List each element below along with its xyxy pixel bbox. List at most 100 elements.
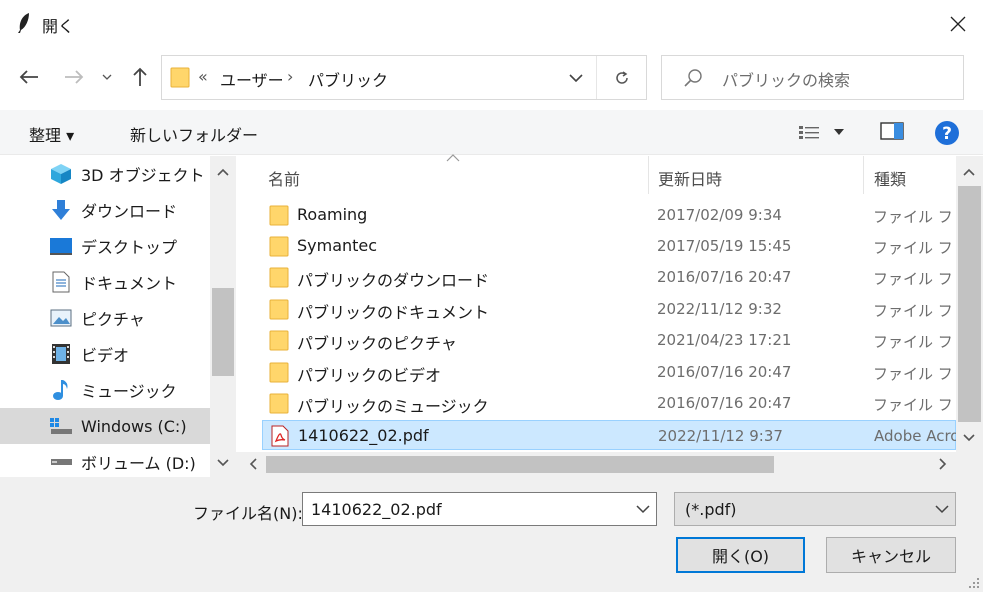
column-divider[interactable]	[648, 156, 649, 194]
chevron-down-icon	[569, 73, 583, 82]
file-name: パブリックのドキュメント	[297, 303, 490, 322]
file-date: 2022/11/12 9:32	[657, 300, 782, 318]
sidebar-item-3d-objects[interactable]: 3D オブジェクト	[0, 156, 210, 192]
sidebar-item-label: ビデオ	[81, 346, 130, 365]
address-bar[interactable]: « ユーザー › パブリック	[161, 55, 647, 100]
file-name: パブリックのミュージック	[297, 397, 489, 416]
file-row[interactable]: パブリックのミュージック 2016/07/16 20:47 ファイル フォルダー	[262, 388, 956, 418]
scroll-up-icon[interactable]	[956, 160, 982, 184]
back-button[interactable]	[15, 60, 43, 94]
file-type: ファイル フォルダー	[873, 302, 955, 320]
file-type: ファイル フォルダー	[873, 333, 955, 351]
arrow-left-icon	[19, 70, 38, 84]
file-type-select[interactable]: (*.pdf)	[674, 492, 956, 526]
refresh-icon	[615, 70, 628, 84]
file-type: ファイル フォルダー	[873, 270, 955, 288]
video-icon	[49, 342, 73, 366]
sidebar-item-pictures[interactable]: ピクチャ	[0, 300, 210, 336]
file-type-value: (*.pdf)	[685, 500, 737, 519]
document-icon	[49, 270, 73, 294]
folder-icon	[269, 330, 289, 351]
file-row[interactable]: パブリックのビデオ 2016/07/16 20:47 ファイル フォルダー	[262, 357, 956, 387]
drive-c-icon	[49, 414, 73, 438]
search-placeholder[interactable]: パブリックの検索	[722, 67, 850, 91]
filename-input[interactable]: 1410622_02.pdf	[302, 492, 657, 526]
folder-icon	[269, 362, 289, 383]
address-overflow[interactable]: «	[198, 67, 208, 86]
sidebar-item-documents[interactable]: ドキュメント	[0, 264, 210, 300]
file-date: 2022/11/12 9:37	[658, 427, 783, 445]
search-box[interactable]: パブリックの検索	[661, 55, 964, 100]
column-header-type[interactable]: 種類	[874, 166, 906, 204]
open-button[interactable]: 開く(O)	[676, 537, 805, 573]
arrow-up-icon	[133, 67, 147, 86]
file-row-selected[interactable]: 1410622_02.pdf 2022/11/12 9:37 Adobe Acr…	[262, 420, 956, 450]
address-segment-public[interactable]: パブリック	[308, 67, 388, 91]
file-row[interactable]: Roaming 2017/02/09 9:34 ファイル フォルダー	[262, 200, 956, 230]
column-header-name[interactable]: 名前	[268, 166, 300, 204]
sidebar-item-windows-c[interactable]: Windows (C:)	[0, 408, 210, 444]
address-separator[interactable]: ›	[287, 67, 293, 86]
scroll-right-icon[interactable]	[930, 452, 956, 476]
sidebar-item-volume-d[interactable]: ボリューム (D:)	[0, 444, 210, 477]
address-dropdown-button[interactable]	[556, 56, 596, 99]
scroll-up-icon[interactable]	[210, 160, 236, 184]
refresh-button[interactable]	[596, 56, 646, 99]
drive-icon	[49, 450, 73, 474]
close-button[interactable]	[936, 4, 980, 44]
file-name: パブリックのダウンロード	[297, 271, 490, 290]
cancel-button[interactable]: キャンセル	[826, 537, 956, 573]
file-row[interactable]: パブリックのドキュメント 2022/11/12 9:32 ファイル フォルダー	[262, 294, 956, 324]
chevron-down-icon	[935, 505, 949, 514]
file-name: パブリックのビデオ	[297, 366, 442, 385]
title-bar: 開く	[0, 0, 983, 48]
file-name: パブリックのピクチャ	[297, 334, 457, 353]
filename-value[interactable]: 1410622_02.pdf	[311, 500, 442, 519]
column-header-date[interactable]: 更新日時	[658, 166, 722, 204]
file-type: ファイル フォルダー	[873, 365, 955, 383]
file-date: 2017/02/09 9:34	[657, 206, 782, 224]
organize-button[interactable]: 整理 ▾	[29, 122, 74, 146]
details-view-icon	[799, 126, 819, 139]
navigation-pane: 3D オブジェクト ダウンロード デスクトップ ドキュメント ピクチャ ビデオ …	[0, 156, 236, 477]
sidebar-item-label: ダウンロード	[81, 202, 178, 221]
new-folder-button[interactable]: 新しいフォルダー	[130, 122, 258, 146]
help-icon: ?	[935, 121, 959, 145]
sidebar-item-music[interactable]: ミュージック	[0, 372, 210, 408]
scroll-down-icon[interactable]	[210, 451, 236, 475]
up-button[interactable]	[126, 60, 154, 94]
file-row[interactable]: Symantec 2017/05/19 15:45 ファイル フォルダー	[262, 231, 956, 261]
file-date: 2017/05/19 15:45	[657, 237, 792, 255]
file-type: ファイル フォルダー	[873, 208, 955, 226]
scroll-down-icon[interactable]	[956, 426, 982, 450]
file-list-vertical-scrollbar-thumb[interactable]	[958, 186, 981, 422]
view-options-button[interactable]	[798, 122, 854, 142]
download-arrow-icon	[49, 198, 73, 222]
sidebar-item-videos[interactable]: ビデオ	[0, 336, 210, 372]
column-header-row	[236, 156, 956, 194]
file-row[interactable]: パブリックのピクチャ 2021/04/23 17:21 ファイル フォルダー	[262, 325, 956, 355]
folder-icon	[170, 67, 190, 88]
search-icon	[684, 69, 702, 87]
chevron-down-icon[interactable]	[636, 499, 650, 519]
resize-grip-icon[interactable]	[966, 576, 980, 590]
file-name: Roaming	[297, 205, 368, 224]
address-segment-users[interactable]: ユーザー	[220, 67, 284, 91]
file-list-horizontal-scrollbar-thumb[interactable]	[266, 456, 774, 473]
sidebar-item-desktop[interactable]: デスクトップ	[0, 228, 210, 264]
sidebar-item-label: Windows (C:)	[81, 416, 187, 436]
file-type: ファイル フォルダー	[873, 239, 955, 257]
file-row[interactable]: パブリックのダウンロード 2016/07/16 20:47 ファイル フォルダー	[262, 262, 956, 292]
column-divider[interactable]	[863, 156, 864, 194]
help-button[interactable]: ?	[934, 120, 960, 146]
file-type: ファイル フォルダー	[873, 396, 955, 414]
sidebar-item-downloads[interactable]: ダウンロード	[0, 192, 210, 228]
scroll-left-icon[interactable]	[240, 452, 266, 476]
pdf-icon	[271, 425, 289, 447]
cube-3d-icon	[49, 162, 73, 186]
sidebar-scrollbar-thumb[interactable]	[212, 288, 234, 376]
forward-button[interactable]	[60, 60, 88, 94]
recent-locations-button[interactable]	[96, 60, 118, 94]
preview-pane-button[interactable]	[880, 121, 908, 143]
file-type: Adobe Acrobat Document	[874, 427, 956, 445]
